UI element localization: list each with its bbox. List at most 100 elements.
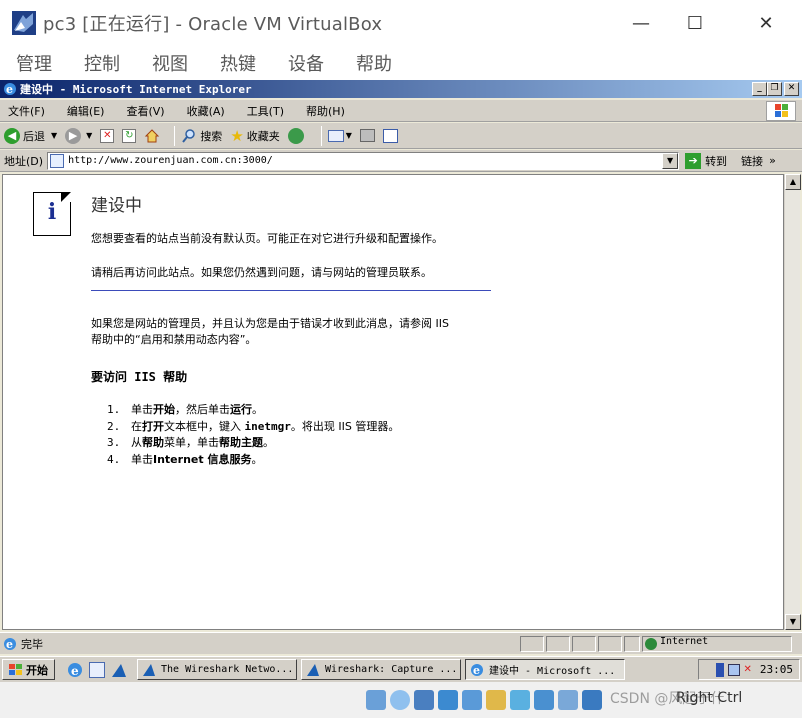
step-text-bold: inetmgr bbox=[244, 419, 291, 433]
ie-menu-view[interactable]: 查看(V) bbox=[122, 103, 168, 119]
taskbar-item-wireshark-network[interactable]: The Wireshark Netwo... bbox=[137, 659, 297, 680]
taskbar-item-ie[interactable]: e 建设中 - Microsoft ... bbox=[465, 659, 625, 680]
status-text: 完毕 bbox=[21, 637, 43, 651]
minimize-button[interactable]: — bbox=[618, 0, 664, 46]
go-label: 转到 bbox=[705, 154, 728, 168]
shared-folders-icon[interactable] bbox=[486, 690, 506, 710]
go-button[interactable]: ➔ 转到 bbox=[685, 152, 728, 169]
close-button[interactable]: ✕ bbox=[743, 0, 789, 46]
step-text-bold: 打开 bbox=[142, 419, 164, 433]
svg-text:e: e bbox=[6, 638, 13, 651]
wireshark-icon bbox=[306, 663, 320, 677]
security-zone-label: Internet bbox=[660, 636, 709, 647]
forward-dropdown-icon[interactable]: ▼ bbox=[86, 131, 92, 140]
status-panel bbox=[624, 636, 640, 652]
taskbar-item-wireshark-capture[interactable]: Wireshark: Capture ... bbox=[301, 659, 461, 680]
ie-close-button[interactable]: ✕ bbox=[784, 82, 799, 96]
network-icon[interactable] bbox=[728, 663, 741, 676]
edit-icon bbox=[382, 128, 398, 143]
print-icon bbox=[359, 129, 375, 142]
favorites-label: 收藏夹 bbox=[246, 129, 280, 143]
step-text-bold: 帮助 bbox=[142, 436, 164, 449]
step-text-part: 从 bbox=[131, 436, 142, 449]
scroll-down-icon[interactable]: ▼ bbox=[785, 614, 801, 630]
step-text-bold: 帮助主题 bbox=[219, 436, 263, 449]
maximize-button[interactable]: ☐ bbox=[672, 0, 718, 46]
address-dropdown-icon[interactable]: ▼ bbox=[662, 152, 679, 169]
ie-restore-button[interactable]: ❐ bbox=[767, 82, 782, 96]
chevron-right-icon[interactable]: » bbox=[769, 154, 776, 167]
vbox-menu-devices[interactable]: 设备 bbox=[288, 50, 324, 76]
guest-screen: e 建设中 - Microsoft Internet Explorer _ ❐ … bbox=[0, 80, 802, 682]
mail-dropdown-icon[interactable]: ▼ bbox=[346, 131, 352, 140]
media-button[interactable] bbox=[287, 125, 307, 147]
vbox-menu-view[interactable]: 视图 bbox=[152, 50, 188, 76]
list-item: 1. 单击开始，然后单击运行。 bbox=[107, 402, 399, 419]
list-item: 2. 在打开文本框中，键入 inetmgr。将出现 IIS 管理器。 bbox=[107, 419, 399, 436]
ie-menu-tools[interactable]: 工具(T) bbox=[243, 103, 288, 119]
tray-icon[interactable] bbox=[716, 662, 725, 677]
usb-icon[interactable] bbox=[462, 690, 482, 710]
home-button[interactable] bbox=[144, 125, 160, 147]
step-text-part: 。 bbox=[252, 403, 263, 416]
wireshark-icon bbox=[142, 663, 156, 677]
wireshark-quicklaunch-icon[interactable] bbox=[111, 662, 127, 678]
step-number: 3. bbox=[107, 436, 121, 449]
info-letter: i bbox=[47, 199, 57, 225]
windows-flag-icon bbox=[766, 101, 796, 121]
network-adapter-icon[interactable] bbox=[438, 690, 458, 710]
list-item: 4. 单击Internet 信息服务。 bbox=[107, 452, 399, 469]
vbox-menu-help[interactable]: 帮助 bbox=[356, 50, 392, 76]
back-button[interactable]: ◀ 后退 ▼ bbox=[4, 125, 57, 147]
vbox-menu-hotkeys[interactable]: 热键 bbox=[220, 50, 256, 76]
vbox-menu-control[interactable]: 控制 bbox=[84, 50, 120, 76]
windows-logo-icon bbox=[9, 663, 23, 676]
favorites-button[interactable]: ★ 收藏夹 bbox=[230, 125, 279, 147]
step-text-part: 菜单，单击 bbox=[164, 436, 219, 449]
ie-menu-favorites[interactable]: 收藏(A) bbox=[183, 103, 229, 119]
optical-drive-icon[interactable] bbox=[390, 690, 410, 710]
divider bbox=[91, 290, 491, 291]
search-button[interactable]: 搜索 bbox=[181, 125, 222, 147]
step-text-part: 。将出现 IIS 管理器。 bbox=[290, 419, 400, 433]
stop-button[interactable]: ✕ bbox=[100, 125, 115, 147]
taskbar-item-label: Wireshark: Capture ... bbox=[325, 664, 458, 675]
step-text: 在打开文本框中，键入 inetmgr。将出现 IIS 管理器。 bbox=[131, 419, 399, 436]
ie-menu-help[interactable]: 帮助(H) bbox=[302, 103, 349, 119]
ie-minimize-button[interactable]: _ bbox=[752, 82, 767, 96]
explorer-quicklaunch-icon[interactable] bbox=[89, 661, 105, 678]
steps-list: 1. 单击开始，然后单击运行。 2. 在打开文本框中，键入 inetmgr。将出… bbox=[107, 402, 399, 468]
step-text-part: 单击 bbox=[131, 452, 153, 466]
cpu-icon[interactable] bbox=[558, 690, 578, 710]
mail-button[interactable]: ▼ bbox=[327, 125, 352, 147]
vertical-scrollbar[interactable]: ▲ ▼ bbox=[784, 174, 801, 630]
list-item: 3. 从帮助菜单，单击帮助主题。 bbox=[107, 435, 399, 452]
mouse-integration-icon[interactable] bbox=[582, 690, 602, 710]
floppy-icon[interactable] bbox=[414, 690, 434, 710]
page-paragraph-1: 您想要查看的站点当前没有默认页。可能正在对它进行升级和配置操作。 bbox=[91, 232, 443, 245]
network-disconnected-icon[interactable]: ✕ bbox=[743, 664, 751, 675]
address-input[interactable]: http://www.zourenjuan.com.cn:3000/ ▼ bbox=[47, 151, 680, 170]
display-icon[interactable] bbox=[510, 690, 530, 710]
ie-menu-file[interactable]: 文件(F) bbox=[4, 103, 49, 119]
recording-icon[interactable] bbox=[534, 690, 554, 710]
ie-logo-icon: e bbox=[3, 82, 17, 96]
page-done-icon: e bbox=[3, 637, 17, 651]
vbox-menubar: 管理 控制 视图 热键 设备 帮助 bbox=[0, 46, 802, 80]
back-dropdown-icon[interactable]: ▼ bbox=[51, 131, 57, 140]
start-button[interactable]: 开始 bbox=[2, 659, 55, 680]
links-button[interactable]: 链接 bbox=[741, 153, 763, 169]
refresh-button[interactable]: ↻ bbox=[122, 125, 137, 147]
edit-button[interactable] bbox=[382, 125, 398, 147]
print-button[interactable] bbox=[359, 125, 375, 147]
ie-menu-edit[interactable]: 编辑(E) bbox=[63, 103, 109, 119]
vbox-menu-manage[interactable]: 管理 bbox=[16, 50, 52, 76]
ie-menubar: 文件(F) 编辑(E) 查看(V) 收藏(A) 工具(T) 帮助(H) bbox=[0, 100, 802, 122]
svg-text:e: e bbox=[6, 83, 13, 96]
forward-button[interactable]: ▶ ▼ bbox=[65, 125, 92, 147]
ie-quicklaunch-icon[interactable]: e bbox=[67, 662, 83, 678]
info-icon: i bbox=[33, 192, 71, 236]
audio-icon[interactable] bbox=[366, 690, 386, 710]
globe-icon bbox=[645, 638, 657, 650]
scroll-up-icon[interactable]: ▲ bbox=[785, 174, 801, 190]
